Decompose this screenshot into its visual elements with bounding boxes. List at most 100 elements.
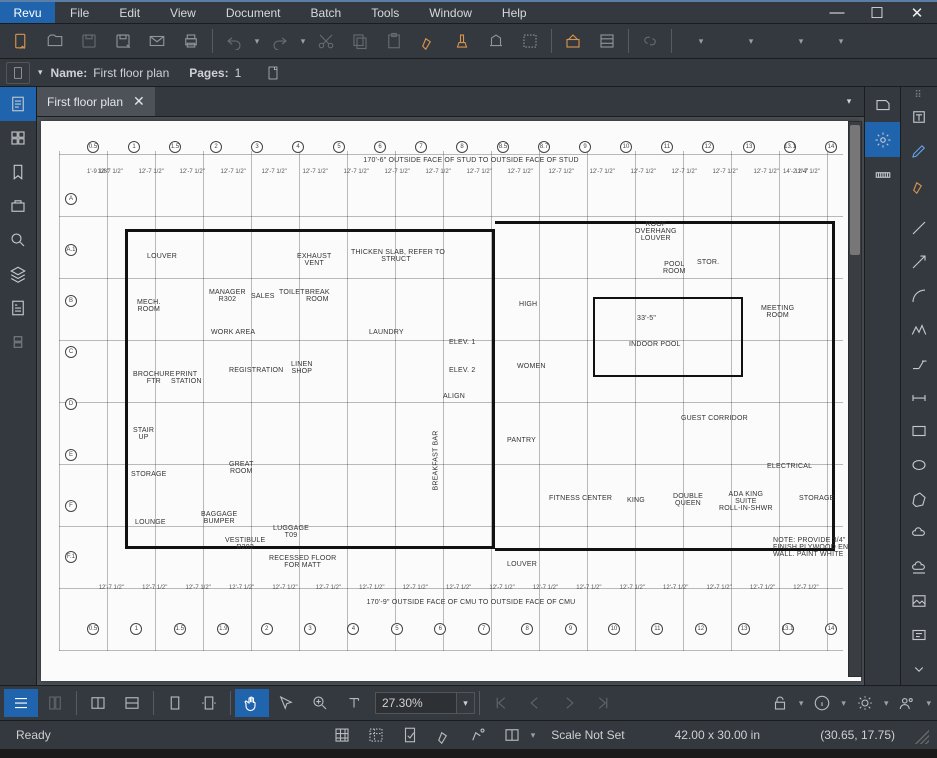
thumbnail-dropdown[interactable]: ▾ <box>36 65 45 80</box>
fit-width-button[interactable] <box>192 689 226 717</box>
search-tab[interactable] <box>0 223 36 257</box>
bookmark-tab[interactable] <box>0 155 36 189</box>
menu-window[interactable]: Window <box>414 2 487 23</box>
dimmer-button[interactable] <box>848 689 882 717</box>
open-button[interactable] <box>38 27 72 55</box>
canvas[interactable]: 170'-6" OUTSIDE FACE OF STUD TO OUTSIDE … <box>37 117 864 685</box>
text-select-button[interactable] <box>337 689 371 717</box>
save-as-button[interactable] <box>106 27 140 55</box>
dimension-tool[interactable] <box>902 381 936 414</box>
resize-grip-icon[interactable] <box>911 726 929 744</box>
prev-page-button[interactable] <box>518 689 552 717</box>
paste-button[interactable] <box>377 27 411 55</box>
last-page-button[interactable] <box>586 689 620 717</box>
presence-button[interactable] <box>890 689 924 717</box>
close-button[interactable]: ✕ <box>897 2 937 23</box>
thumbnails-tab[interactable] <box>0 121 36 155</box>
minimize-button[interactable]: — <box>817 2 857 23</box>
markups-list-button[interactable] <box>4 689 38 717</box>
zoom-input[interactable]: 27.30% <box>375 692 457 714</box>
cut-button[interactable] <box>309 27 343 55</box>
tab-overflow-dropdown[interactable]: ▾ <box>834 87 864 116</box>
new-file-button[interactable] <box>4 27 38 55</box>
pan-button[interactable] <box>235 689 269 717</box>
tool-chest-tab[interactable] <box>0 189 36 223</box>
arc-tool[interactable] <box>902 279 936 312</box>
ellipse-tool[interactable] <box>902 449 936 482</box>
highlight-tool[interactable] <box>902 169 936 202</box>
presence-dropdown[interactable]: ▾ <box>924 698 933 709</box>
pen-tool[interactable] <box>902 135 936 168</box>
single-page-button[interactable] <box>158 689 192 717</box>
select-marquee-button[interactable] <box>513 27 547 55</box>
redo-button[interactable] <box>263 27 297 55</box>
print-button[interactable] <box>174 27 208 55</box>
info-dropdown[interactable]: ▾ <box>839 698 848 709</box>
dimmer-dropdown[interactable]: ▾ <box>882 698 891 709</box>
undo-button[interactable] <box>217 27 251 55</box>
rectangle-tool[interactable] <box>902 415 936 448</box>
scrollbar-thumb[interactable] <box>850 125 860 255</box>
menu-view[interactable]: View <box>155 2 211 23</box>
studio-tab[interactable] <box>0 325 36 359</box>
split-v-button[interactable] <box>81 689 115 717</box>
menu-batch[interactable]: Batch <box>296 2 357 23</box>
undo-dropdown[interactable]: ▾ <box>251 36 263 47</box>
thumbnail-nav-button[interactable] <box>6 62 30 84</box>
stamp-tool[interactable] <box>902 618 936 651</box>
properties-tab[interactable] <box>865 87 901 122</box>
headers-button[interactable] <box>590 27 624 55</box>
content-toggle[interactable] <box>395 723 425 747</box>
scale-value[interactable]: Scale Not Set <box>543 728 632 742</box>
vertical-scrollbar[interactable] <box>848 121 862 677</box>
stamp-button[interactable] <box>445 27 479 55</box>
text-tool[interactable] <box>902 101 936 134</box>
redo-dropdown[interactable]: ▾ <box>297 36 309 47</box>
menu-tools[interactable]: Tools <box>356 2 414 23</box>
file-access-tab[interactable] <box>0 87 36 121</box>
sync-toggle[interactable] <box>497 723 527 747</box>
save-button[interactable] <box>72 27 106 55</box>
polyline-tool[interactable] <box>902 313 936 346</box>
forms-tab[interactable] <box>0 291 36 325</box>
callout-tool[interactable] <box>902 347 936 380</box>
panel-toggle-1[interactable] <box>38 689 72 717</box>
profile-dropdown-1[interactable]: ▾ <box>676 36 726 47</box>
zoom-dropdown[interactable]: ▾ <box>457 692 475 714</box>
tab-close-icon[interactable]: ✕ <box>133 93 145 110</box>
lock-button[interactable] <box>763 689 797 717</box>
lock-dropdown[interactable]: ▾ <box>797 698 806 709</box>
snap-toggle[interactable] <box>361 723 391 747</box>
reuse-toggle[interactable] <box>463 723 493 747</box>
email-button[interactable] <box>140 27 174 55</box>
scale-dropdown[interactable]: ▾ <box>531 730 540 741</box>
flatten-button[interactable] <box>556 27 590 55</box>
more-tools[interactable] <box>902 652 936 685</box>
polygon-tool[interactable] <box>902 483 936 516</box>
page-view[interactable]: 170'-6" OUTSIDE FACE OF STUD TO OUTSIDE … <box>41 121 861 681</box>
select-button[interactable] <box>269 689 303 717</box>
markup-snap-toggle[interactable] <box>429 723 459 747</box>
measurements-tab[interactable] <box>865 157 901 192</box>
menu-file[interactable]: File <box>55 2 104 23</box>
settings-tab[interactable] <box>865 122 901 157</box>
next-page-button[interactable] <box>552 689 586 717</box>
zoom-button[interactable] <box>303 689 337 717</box>
profile-dropdown-3[interactable]: ▾ <box>776 36 826 47</box>
copy-button[interactable] <box>343 27 377 55</box>
line-tool[interactable] <box>902 212 936 245</box>
snapshot-button[interactable] <box>479 27 513 55</box>
split-h-button[interactable] <box>115 689 149 717</box>
highlighter-button[interactable] <box>411 27 445 55</box>
maximize-button[interactable]: ☐ <box>857 2 897 23</box>
profile-dropdown-2[interactable]: ▾ <box>726 36 776 47</box>
menu-edit[interactable]: Edit <box>104 2 155 23</box>
profile-dropdown-4[interactable]: ▾ <box>826 36 856 47</box>
page-icon[interactable] <box>261 62 285 84</box>
cloud-plus-tool[interactable] <box>902 551 936 584</box>
cloud-tool[interactable] <box>902 517 936 550</box>
menu-help[interactable]: Help <box>487 2 542 23</box>
menu-document[interactable]: Document <box>211 2 296 23</box>
image-tool[interactable] <box>902 584 936 617</box>
layers-tab[interactable] <box>0 257 36 291</box>
